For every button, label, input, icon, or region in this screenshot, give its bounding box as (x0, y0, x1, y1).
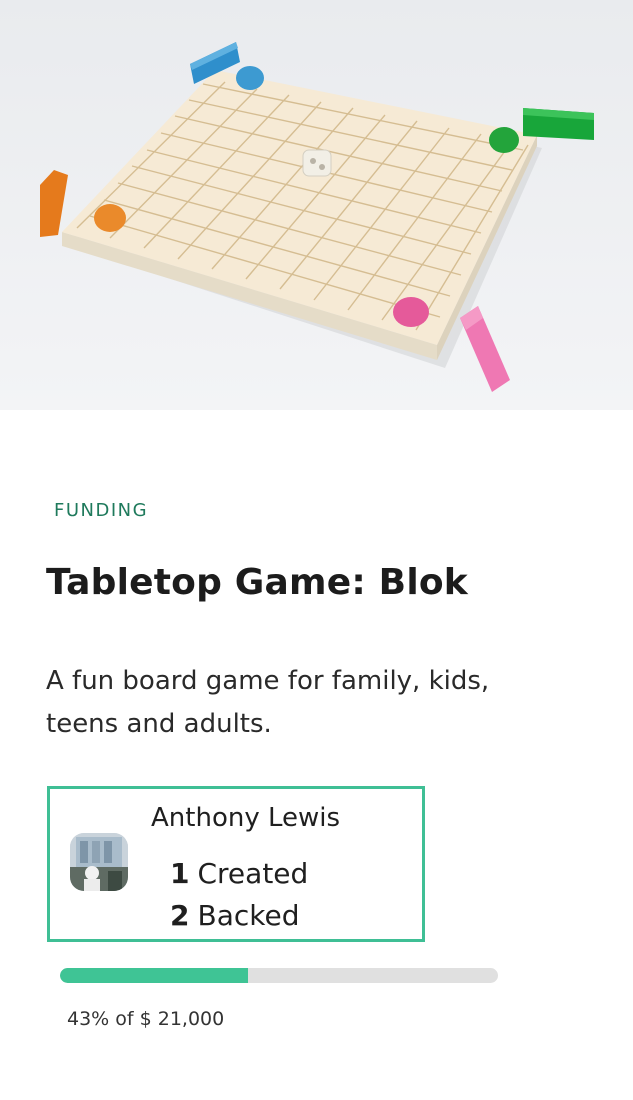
created-count[interactable]: 1 Created (170, 857, 308, 890)
backed-count[interactable]: 2 Backed (170, 899, 299, 932)
creator-name[interactable]: Anthony Lewis (151, 803, 340, 833)
backed-count-label: Backed (197, 899, 300, 932)
funding-summary: 43% of $ 21,000 (67, 1008, 225, 1030)
project-title[interactable]: Tabletop Game: Blok (46, 562, 468, 603)
avatar-photo (70, 833, 128, 891)
created-count-number: 1 (170, 857, 190, 890)
board-game-photo (0, 0, 633, 410)
project-category[interactable]: FUNDING (54, 500, 148, 521)
created-count-label: Created (197, 857, 309, 890)
project-blurb: A fun board game for family, kids, teens… (46, 666, 490, 739)
funding-progress-fill (60, 968, 249, 983)
funding-progress-bar (60, 968, 498, 983)
avatar[interactable] (70, 833, 128, 891)
backed-count-number: 2 (170, 899, 190, 932)
project-image[interactable] (0, 0, 633, 410)
creator-card[interactable]: Anthony Lewis 1 Created 2 Backed (47, 786, 425, 942)
